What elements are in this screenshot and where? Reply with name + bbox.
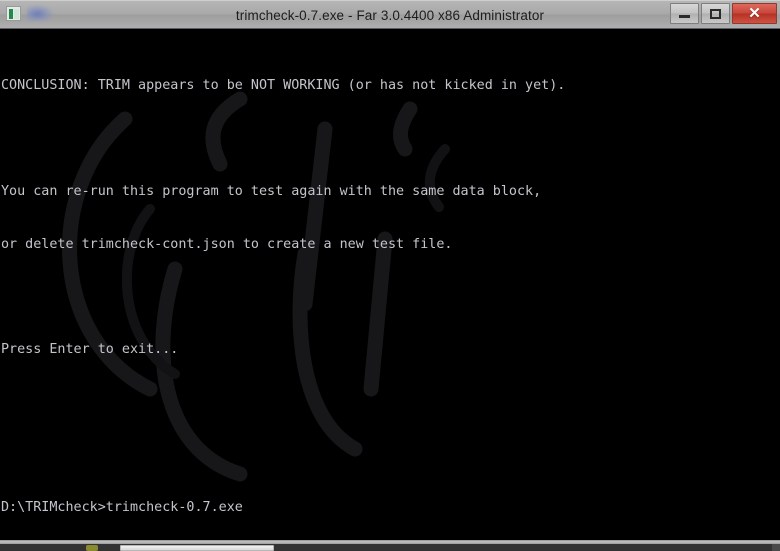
console-output-area[interactable]: CONCLUSION: TRIM appears to be NOT WORKI… bbox=[0, 29, 780, 540]
titlebar-icon-group bbox=[6, 5, 53, 21]
taskbar-window-button[interactable] bbox=[120, 545, 274, 551]
console-line: D:\TRIMcheck>trimcheck-0.7.exe bbox=[1, 500, 243, 516]
minimize-icon bbox=[679, 15, 690, 18]
console-line: Press Enter to exit... bbox=[1, 342, 179, 358]
blurred-icon bbox=[27, 5, 53, 21]
console-line: CONCLUSION: TRIM appears to be NOT WORKI… bbox=[1, 78, 566, 94]
desktop-taskbar[interactable] bbox=[0, 540, 780, 551]
close-button[interactable]: ✕ bbox=[732, 3, 777, 24]
window-controls: ✕ bbox=[670, 3, 777, 24]
console-text-lines: CONCLUSION: TRIM appears to be NOT WORKI… bbox=[0, 42, 780, 540]
window-titlebar[interactable]: trimcheck-0.7.exe - Far 3.0.4400 x86 Adm… bbox=[0, 0, 780, 29]
console-window: trimcheck-0.7.exe - Far 3.0.4400 x86 Adm… bbox=[0, 0, 780, 551]
maximize-button[interactable] bbox=[701, 3, 730, 24]
console-line: You can re-run this program to test agai… bbox=[1, 183, 542, 199]
minimize-button[interactable] bbox=[670, 3, 699, 24]
maximize-icon bbox=[710, 8, 721, 19]
window-title: trimcheck-0.7.exe - Far 3.0.4400 x86 Adm… bbox=[235, 7, 545, 23]
taskbar-show-desktop-button[interactable] bbox=[772, 544, 780, 551]
taskbar-strip bbox=[0, 544, 780, 551]
console-line: or delete trimcheck-cont.json to create … bbox=[1, 236, 453, 252]
application-icon[interactable] bbox=[6, 5, 21, 21]
start-orb[interactable] bbox=[86, 545, 98, 551]
close-icon: ✕ bbox=[748, 5, 761, 22]
